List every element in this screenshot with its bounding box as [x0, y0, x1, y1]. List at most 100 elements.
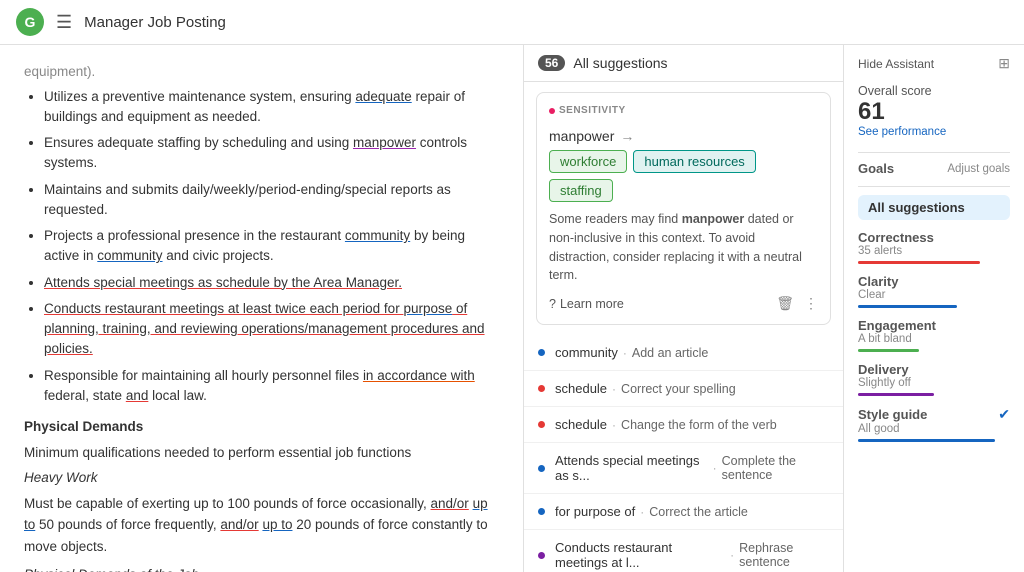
metric-bar	[858, 439, 995, 442]
more-options-icon[interactable]: ⋮	[804, 295, 818, 312]
goals-row: Goals Adjust goals	[858, 161, 1010, 176]
suggestion-separator: ·	[730, 548, 734, 562]
suggestion-separator: ·	[612, 418, 616, 432]
metric-header: Clarity	[858, 274, 1010, 289]
suggestion-dot-icon	[538, 349, 545, 356]
suggestion-items-list: community · Add an article schedule · Co…	[524, 335, 843, 572]
metric-header: Style guide ✔	[858, 406, 1010, 423]
doc-ellipsis: equipment).	[24, 61, 499, 83]
list-item: Responsible for maintaining all hourly p…	[44, 366, 499, 407]
metric-item: Delivery Slightly off	[858, 362, 1010, 396]
list-item: Utilizes a preventive maintenance system…	[44, 87, 499, 128]
metric-value: All good	[858, 423, 1010, 435]
divider2	[858, 186, 1010, 187]
page-title: Manager Job Posting	[84, 14, 226, 31]
metric-header: Delivery	[858, 362, 1010, 377]
suggestion-word: Conducts restaurant meetings at l...	[555, 540, 725, 570]
question-icon: ?	[549, 297, 556, 311]
suggestions-panel: 56 All suggestions SENSITIVITY manpower …	[524, 45, 844, 572]
metric-name[interactable]: Engagement	[858, 318, 936, 333]
word-tags: workforce human resources staffing	[549, 150, 818, 202]
tag-staffing[interactable]: staffing	[549, 179, 613, 202]
word-from: manpower	[549, 124, 614, 144]
suggestion-separator: ·	[623, 346, 627, 360]
suggestion-item[interactable]: schedule · Correct your spelling	[524, 371, 843, 407]
suggestion-separator: ·	[713, 461, 717, 475]
suggestion-item[interactable]: for purpose of · Correct the article	[524, 494, 843, 530]
suggestion-word: Attends special meetings as s...	[555, 453, 708, 483]
card-icon-group: 🗑 ⋮	[776, 295, 818, 312]
sensitivity-label: SENSITIVITY	[549, 105, 818, 116]
list-item: Maintains and submits daily/weekly/perio…	[44, 180, 499, 221]
metric-value: Slightly off	[858, 377, 1010, 389]
sensitivity-dot-icon	[549, 108, 555, 114]
word-replacement: manpower → workforce human resources sta…	[549, 124, 818, 202]
goals-label[interactable]: Goals	[858, 161, 894, 176]
score-row: 61	[858, 98, 1010, 126]
arrow-icon: →	[620, 124, 634, 144]
section-italic-heading: Heavy Work	[24, 467, 499, 489]
suggestions-header: 56 All suggestions	[524, 45, 843, 82]
metric-name[interactable]: Clarity	[858, 274, 898, 289]
delete-icon[interactable]: 🗑	[776, 295, 794, 312]
sensitivity-card: SENSITIVITY manpower → workforce human r…	[536, 92, 831, 325]
document-panel: equipment). Utilizes a preventive mainte…	[0, 45, 524, 572]
sensitivity-description: Some readers may find manpower dated or …	[549, 210, 818, 285]
suggestion-word: schedule	[555, 381, 607, 396]
metric-item: Correctness 35 alerts	[858, 230, 1010, 264]
metric-item: Style guide ✔ All good	[858, 406, 1010, 442]
suggestion-action: Rephrase sentence	[739, 541, 829, 569]
suggestion-item[interactable]: schedule · Change the form of the verb	[524, 407, 843, 443]
metric-name[interactable]: Delivery	[858, 362, 909, 377]
suggestion-item[interactable]: community · Add an article	[524, 335, 843, 371]
section-text: Minimum qualifications needed to perform…	[24, 442, 499, 464]
menu-icon[interactable]: ☰	[56, 12, 72, 33]
assistant-panel: Hide Assistant ⊞ Overall score 61 See pe…	[844, 45, 1024, 572]
all-suggestions-nav[interactable]: All suggestions	[858, 195, 1010, 220]
metric-name[interactable]: Style guide	[858, 407, 927, 422]
suggestion-action: Correct the article	[649, 505, 748, 519]
divider	[858, 152, 1010, 153]
list-item: Projects a professional presence in the …	[44, 226, 499, 267]
suggestion-separator: ·	[640, 505, 644, 519]
metric-header: Correctness	[858, 230, 1010, 245]
header: G ☰ Manager Job Posting	[0, 0, 1024, 45]
tag-workforce[interactable]: workforce	[549, 150, 627, 173]
goals-section: Goals Adjust goals	[858, 161, 1010, 176]
doc-bullet-list: Utilizes a preventive maintenance system…	[24, 87, 499, 407]
metric-value: A bit bland	[858, 333, 1010, 345]
main-layout: equipment). Utilizes a preventive mainte…	[0, 45, 1024, 572]
tag-human-resources[interactable]: human resources	[633, 150, 755, 173]
learn-more-button[interactable]: ? Learn more	[549, 297, 624, 311]
suggestion-action: Add an article	[632, 346, 708, 360]
suggestion-action: Correct your spelling	[621, 382, 736, 396]
suggestion-action: Complete the sentence	[722, 454, 829, 482]
metric-item: Engagement A bit bland	[858, 318, 1010, 352]
suggestion-item[interactable]: Conducts restaurant meetings at l... · R…	[524, 530, 843, 572]
metric-bar	[858, 393, 934, 396]
metric-name[interactable]: Correctness	[858, 230, 934, 245]
metric-bar	[858, 349, 919, 352]
overall-score-label: Overall score	[858, 84, 1010, 98]
suggestions-title: All suggestions	[573, 55, 667, 71]
suggestion-item[interactable]: Attends special meetings as s... · Compl…	[524, 443, 843, 494]
goals-action[interactable]: Adjust goals	[947, 163, 1010, 175]
metric-value: 35 alerts	[858, 245, 1010, 257]
suggestions-count: 56	[538, 55, 565, 71]
app-logo: G	[16, 8, 44, 36]
list-item: Attends special meetings as schedule by …	[44, 273, 499, 293]
score-value: 61	[858, 98, 885, 126]
hide-assistant-button[interactable]: Hide Assistant	[858, 57, 934, 71]
metric-value: Clear	[858, 289, 1010, 301]
suggestion-dot-icon	[538, 465, 545, 472]
section-heading: Physical Demands	[24, 416, 499, 438]
section-italic-heading2: Physical Demands of the Job	[24, 564, 499, 572]
checkmark-icon: ✔	[998, 406, 1010, 423]
suggestion-dot-icon	[538, 385, 545, 392]
overall-score-section: Overall score 61 See performance	[858, 84, 1010, 138]
see-performance-link[interactable]: See performance	[858, 126, 1010, 138]
suggestion-dot-icon	[538, 508, 545, 515]
suggestion-dot-icon	[538, 552, 545, 559]
grid-icon[interactable]: ⊞	[998, 55, 1010, 72]
metric-item: Clarity Clear	[858, 274, 1010, 308]
